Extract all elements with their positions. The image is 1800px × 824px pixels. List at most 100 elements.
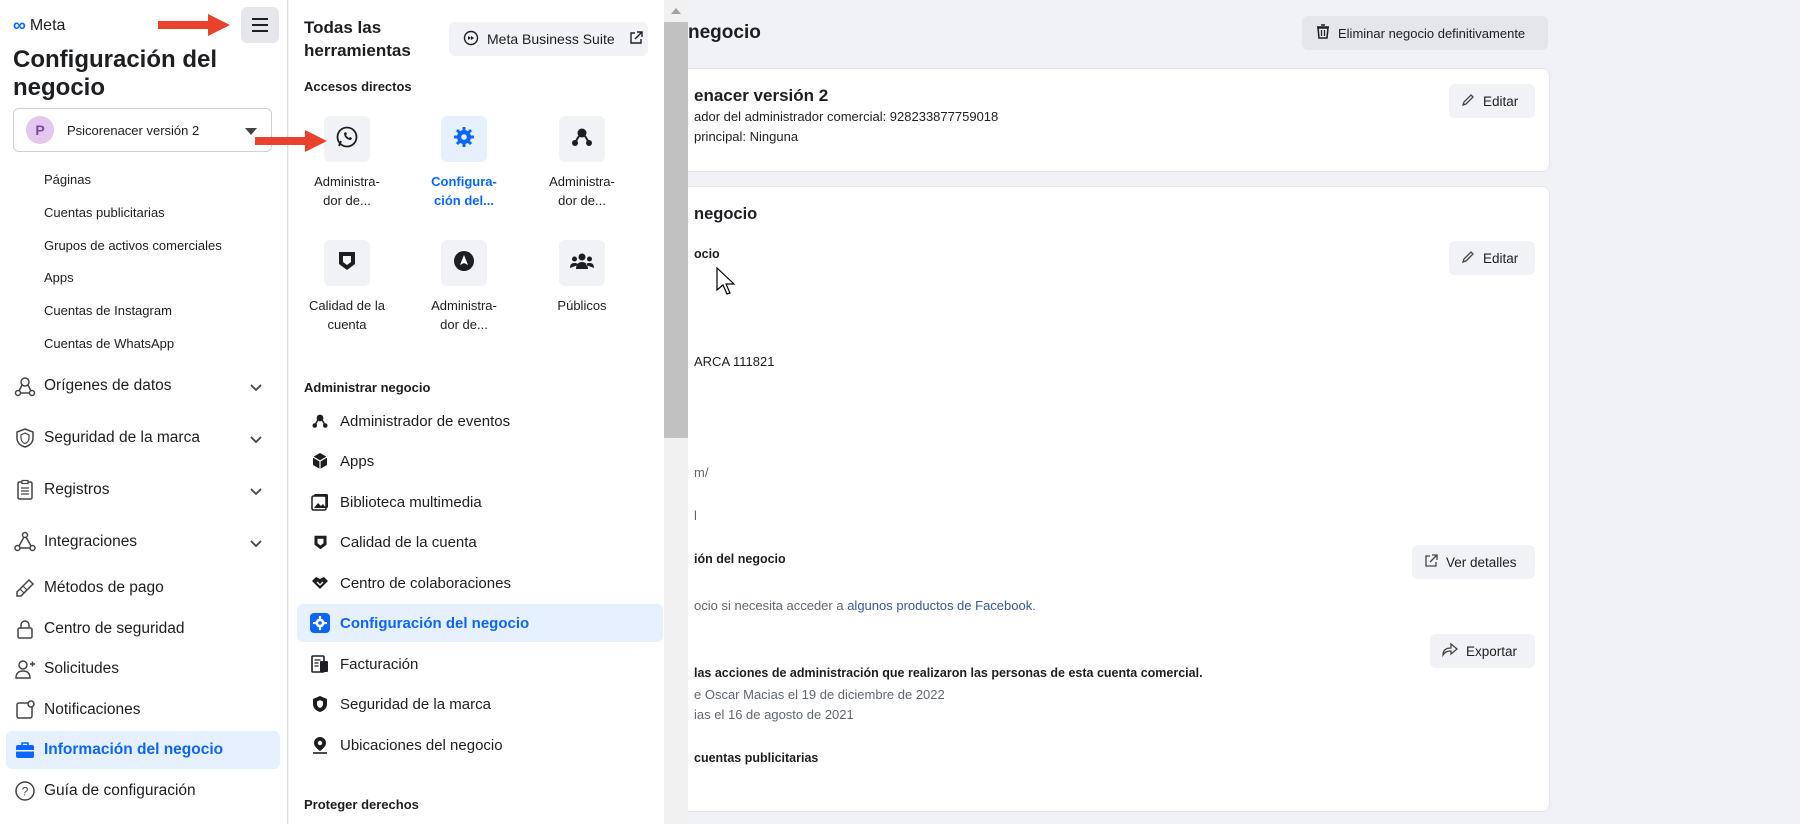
tool-brand-safety[interactable]: Seguridad de la marca (297, 685, 663, 723)
tool-account-quality[interactable]: Calidad de la cuenta (297, 523, 663, 561)
nav-registros[interactable]: Registros (6, 471, 280, 509)
sidebar: ∞ Meta Configuración del negocio P Psico… (0, 0, 288, 824)
red-arrow-icon (158, 14, 230, 36)
billing-icon (310, 655, 330, 673)
events-icon (310, 412, 330, 430)
sub-item-instagram[interactable]: Cuentas de Instagram (44, 303, 172, 318)
nav-requests[interactable]: Solicitudes (6, 650, 280, 688)
meta-logo: ∞ Meta (13, 15, 66, 35)
tile-account-quality[interactable]: Calidad de la cuenta (293, 240, 401, 334)
cube-icon (310, 452, 330, 470)
tools-scrollbar-thumb[interactable] (664, 22, 688, 438)
export-button[interactable]: Exportar (1430, 634, 1535, 668)
ad-accounts-title: cuentas publicitarias (694, 751, 819, 765)
tools-title: Todas las herramientas (304, 18, 411, 60)
delete-business-button[interactable]: Eliminar negocio definitivamente (1302, 16, 1548, 50)
gear-icon (310, 613, 330, 633)
business-card: enacer versión 2 ador del administrador … (680, 68, 1550, 172)
nav-payment-methods[interactable]: Métodos de pago (6, 569, 280, 607)
tile-manager-compass[interactable]: Administra-dor de... (410, 240, 518, 334)
edit-button-2[interactable]: Editar (1449, 241, 1535, 275)
pencil-card-icon (12, 575, 38, 601)
tool-business-settings[interactable]: Configuración del negocio (297, 604, 663, 642)
view-details-button[interactable]: Ver detalles (1412, 545, 1535, 579)
lock-icon (12, 616, 38, 642)
nav-security-center[interactable]: Centro de seguridad (6, 610, 280, 648)
business-suite-icon (463, 30, 479, 49)
edit-button-1[interactable]: Editar (1449, 84, 1535, 118)
text-fragment: l (694, 508, 697, 523)
sub-item-ad-accounts[interactable]: Cuentas publicitarias (44, 205, 165, 220)
nav-notifications[interactable]: Notificaciones (6, 691, 280, 729)
meta-infinity-icon: ∞ (13, 15, 26, 35)
integrations-icon (12, 529, 38, 555)
briefcase-icon (12, 737, 38, 763)
gear-icon (452, 125, 476, 154)
tile-audiences[interactable]: Públicos (528, 240, 636, 315)
sub-item-asset-groups[interactable]: Grupos de activos comerciales (44, 238, 222, 253)
main-title: negocio (688, 22, 761, 43)
person-add-icon (12, 656, 38, 682)
facebook-products-link[interactable]: algunos productos de Facebook (847, 598, 1032, 613)
protect-rights-label: Proteger derechos (304, 797, 419, 812)
scroll-up-arrow-icon[interactable] (671, 8, 681, 14)
location-icon (310, 736, 330, 754)
notification-icon (12, 697, 38, 723)
account-selector[interactable]: P Psicorenacer versión 2 (13, 108, 272, 152)
admin-id: ador del administrador comercial: 928233… (694, 109, 999, 124)
sub-item-pages[interactable]: Páginas (44, 172, 91, 187)
media-icon (310, 493, 330, 511)
pencil-icon (1461, 93, 1475, 110)
handshake-icon (310, 575, 330, 591)
mouse-cursor-icon (716, 266, 736, 300)
external-link-icon (1424, 553, 1438, 571)
hamburger-menu-button[interactable] (241, 7, 279, 43)
manage-business-label: Administrar negocio (304, 380, 431, 395)
details-title: negocio (694, 205, 758, 223)
view-details-label: Ver detalles (1446, 554, 1517, 570)
data-sources-icon (12, 373, 38, 399)
compass-icon (453, 250, 475, 277)
sub-item-whatsapp[interactable]: Cuentas de WhatsApp (44, 336, 174, 351)
url-fragment: m/ (694, 465, 709, 480)
whatsapp-icon (335, 125, 359, 154)
nav-integrations[interactable]: Integraciones (6, 523, 280, 561)
business-name: enacer versión 2 (694, 86, 829, 105)
tool-collab-center[interactable]: Centro de colaboraciones (297, 564, 663, 602)
chevron-down-icon (250, 431, 262, 449)
export-label: Exportar (1466, 643, 1518, 659)
red-arrow-icon (255, 130, 327, 152)
share-arrow-icon (1442, 642, 1459, 660)
tool-media-library[interactable]: Biblioteca multimedia (297, 483, 663, 521)
brand-value: ARCA 111821 (694, 354, 775, 369)
events-icon (570, 125, 594, 154)
external-link-icon (629, 30, 643, 48)
tile-business-settings[interactable]: Configura-ción del... (410, 116, 518, 210)
nav-data-sources[interactable]: Orígenes de datos (6, 367, 280, 405)
details-subtitle: ocio (694, 247, 720, 261)
clipboard-icon (12, 477, 38, 503)
edit-label: Editar (1483, 93, 1519, 109)
activity-line-1: e Oscar Macias el 19 de diciembre de 202… (694, 687, 945, 702)
tool-events-manager[interactable]: Administrador de eventos (297, 402, 663, 440)
svg-text:?: ? (22, 785, 29, 799)
chevron-down-icon (250, 379, 262, 397)
shield-icon (12, 425, 38, 451)
tool-apps[interactable]: Apps (297, 442, 663, 480)
activity-line-2: ias el 16 de agosto de 2021 (694, 707, 854, 722)
nav-brand-safety[interactable]: Seguridad de la marca (6, 419, 280, 457)
nav-business-info[interactable]: Información del negocio (6, 731, 280, 769)
account-name: Psicorenacer versión 2 (67, 122, 200, 138)
tool-billing[interactable]: Facturación (297, 645, 663, 683)
sub-item-apps[interactable]: Apps (44, 270, 74, 285)
shortcuts-label: Accesos directos (304, 79, 412, 94)
verification-title: ión del negocio (694, 552, 786, 566)
nav-setup-guide[interactable]: ? Guía de configuración (6, 772, 280, 810)
actions-title: las acciones de administración que reali… (694, 666, 1203, 680)
tile-events-manager[interactable]: Administra-dor de... (528, 116, 636, 210)
meta-business-suite-button[interactable]: Meta Business Suite (449, 22, 648, 56)
tool-business-locations[interactable]: Ubicaciones del negocio (297, 726, 663, 764)
verification-text: ocio si necesita acceder a algunos produ… (694, 598, 1036, 613)
audience-icon (570, 252, 594, 275)
all-tools-panel: Todas las herramientas Meta Business Sui… (289, 0, 664, 824)
